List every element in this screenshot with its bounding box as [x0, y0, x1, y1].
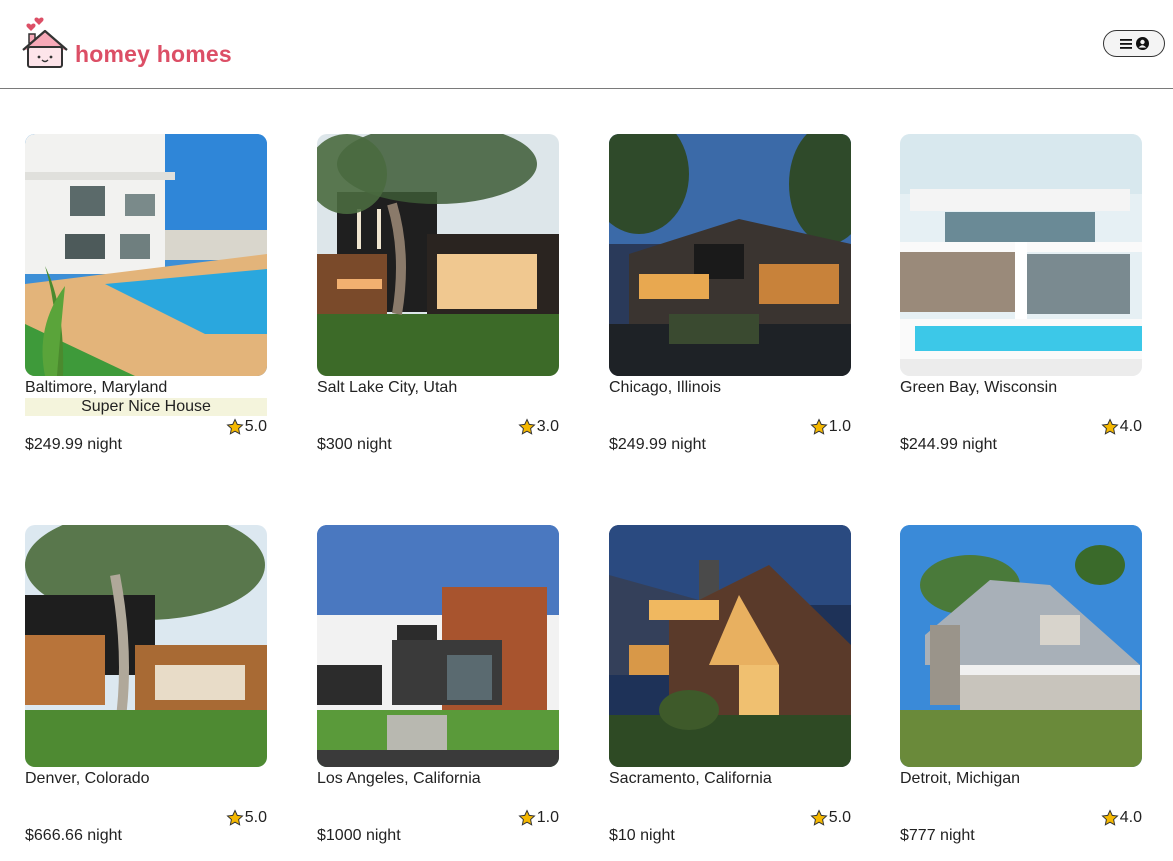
- brand-logo[interactable]: homey homes: [20, 17, 232, 69]
- listing-badge: Super Nice House: [25, 398, 267, 416]
- listing-price: $10 night: [609, 827, 675, 844]
- listing-location: Detroit, Michigan: [900, 770, 1021, 787]
- star-icon: [518, 418, 536, 435]
- listing-card[interactable]: Denver, Colorado 5.0 $666.66 night: [25, 525, 267, 855]
- listing-photo[interactable]: [25, 525, 267, 767]
- listing-card[interactable]: Detroit, Michigan 4.0 $777 night: [900, 525, 1142, 855]
- house-photo: [900, 134, 1142, 376]
- house-photo: [609, 134, 851, 376]
- house-heart-logo-icon: [22, 17, 68, 68]
- listing-price: $666.66 night: [25, 827, 122, 844]
- listing-rating: 4.0: [1101, 418, 1142, 436]
- listing-location: Salt Lake City, Utah: [317, 379, 458, 396]
- listing-rating: 1.0: [810, 418, 851, 436]
- rating-value: 4.0: [1119, 809, 1142, 826]
- rating-value: 4.0: [1119, 418, 1142, 435]
- listing-card[interactable]: Salt Lake City, Utah 3.0 $300 night: [317, 134, 559, 464]
- listing-card[interactable]: Baltimore, Maryland Super Nice House 5.0…: [25, 134, 267, 464]
- listing-location: Baltimore, Maryland: [25, 379, 168, 396]
- user-menu-button[interactable]: [1103, 30, 1165, 57]
- listing-photo[interactable]: [609, 525, 851, 767]
- listing-location: Green Bay, Wisconsin: [900, 379, 1058, 396]
- house-photo: [317, 134, 559, 376]
- star-icon: [1101, 809, 1119, 826]
- listing-price: $1000 night: [317, 827, 401, 844]
- rating-value: 5.0: [244, 418, 267, 435]
- star-icon: [810, 418, 828, 435]
- listing-card[interactable]: Green Bay, Wisconsin 4.0 $244.99 night: [900, 134, 1142, 464]
- hamburger-icon: [1119, 38, 1132, 49]
- star-icon: [226, 809, 244, 826]
- listing-price: $244.99 night: [900, 436, 997, 453]
- listing-location: Chicago, Illinois: [609, 379, 722, 396]
- listing-card[interactable]: Los Angeles, California 1.0 $1000 night: [317, 525, 559, 855]
- listing-price: $777 night: [900, 827, 975, 844]
- listing-price: $249.99 night: [609, 436, 706, 453]
- listing-card[interactable]: Sacramento, California 5.0 $10 night: [609, 525, 851, 855]
- brand-name: homey homes: [75, 40, 232, 67]
- listing-card[interactable]: Chicago, Illinois 1.0 $249.99 night: [609, 134, 851, 464]
- rating-value: 5.0: [828, 809, 851, 826]
- house-photo: [900, 525, 1142, 767]
- listing-photo[interactable]: [900, 525, 1142, 767]
- listing-photo[interactable]: [900, 134, 1142, 376]
- star-icon: [1101, 418, 1119, 435]
- star-icon: [518, 809, 536, 826]
- house-photo: [25, 525, 267, 767]
- listing-rating: 5.0: [810, 809, 851, 827]
- listing-photo[interactable]: [25, 134, 267, 376]
- listing-rating: 1.0: [518, 809, 559, 827]
- star-icon: [226, 418, 244, 435]
- listing-photo[interactable]: [317, 525, 559, 767]
- top-header: homey homes: [0, 0, 1173, 89]
- rating-value: 5.0: [244, 809, 267, 826]
- listing-rating: 3.0: [518, 418, 559, 436]
- rating-value: 1.0: [828, 418, 851, 435]
- listing-price: $300 night: [317, 436, 392, 453]
- listing-rating: 4.0: [1101, 809, 1142, 827]
- listing-rating: 5.0: [226, 418, 267, 436]
- listing-photo[interactable]: [609, 134, 851, 376]
- star-icon: [810, 809, 828, 826]
- listing-location: Los Angeles, California: [317, 770, 481, 787]
- listing-photo[interactable]: [317, 134, 559, 376]
- listing-rating: 5.0: [226, 809, 267, 827]
- listing-location: Sacramento, California: [609, 770, 772, 787]
- user-circle-icon: [1135, 37, 1149, 50]
- house-photo: [609, 525, 851, 767]
- rating-value: 3.0: [536, 418, 559, 435]
- listing-price: $249.99 night: [25, 436, 122, 453]
- rating-value: 1.0: [536, 809, 559, 826]
- listing-location: Denver, Colorado: [25, 770, 150, 787]
- house-photo: [25, 134, 267, 376]
- house-photo: [317, 525, 559, 767]
